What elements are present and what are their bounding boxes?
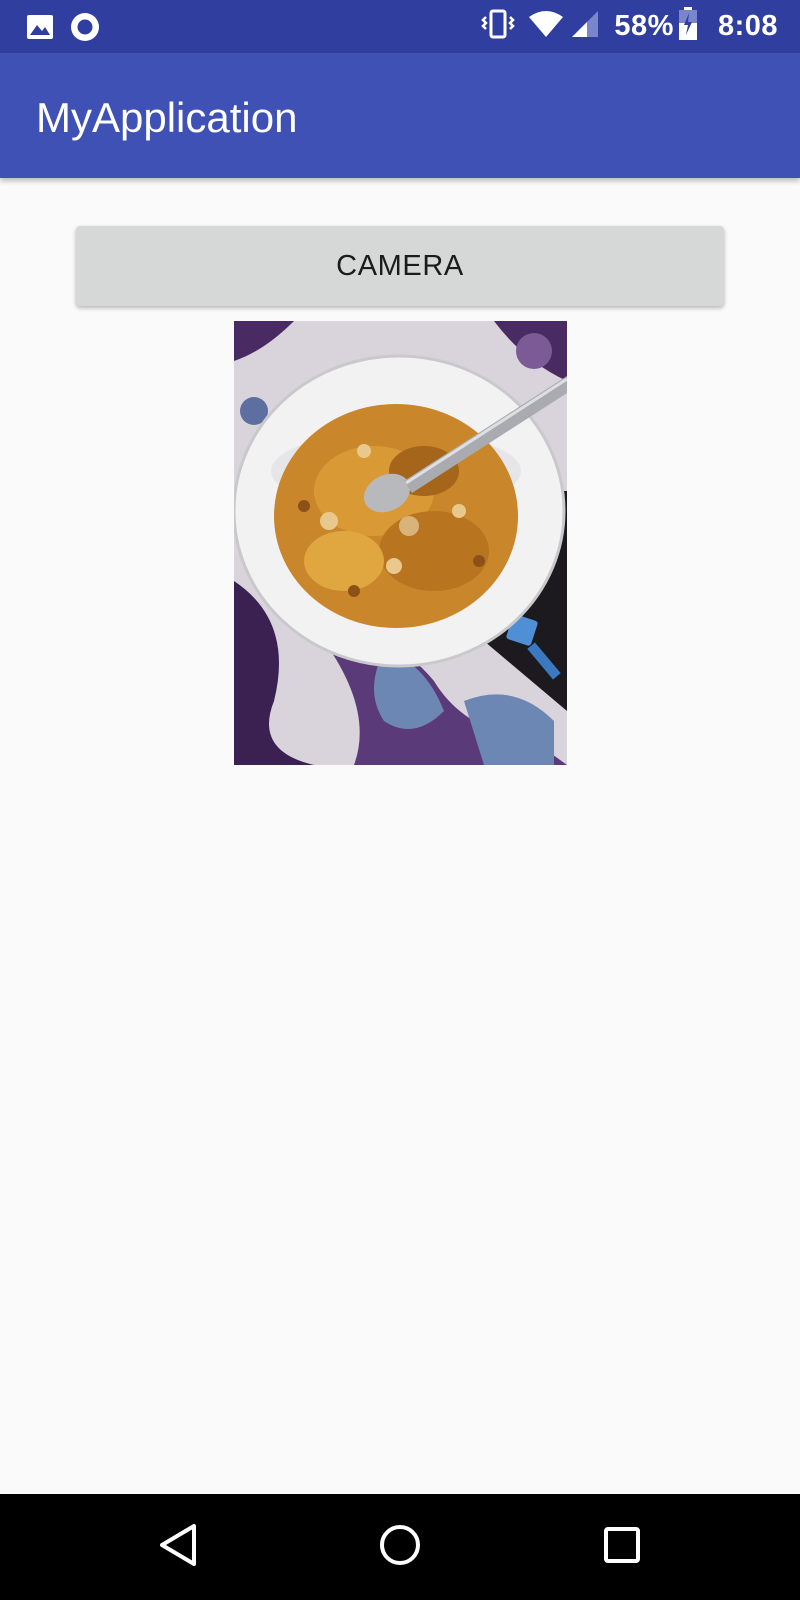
status-left-icons [26,12,100,47]
home-icon [378,1523,422,1572]
image-icon [26,13,54,46]
signal-icon [570,9,600,44]
wifi-icon [528,9,564,44]
battery-icon [678,7,698,46]
vibrate-icon [480,9,516,44]
status-bar: 58% 8:08 [0,0,800,53]
status-right-group: 58% 8:08 [480,0,778,53]
cereal-bowl-photo [234,321,567,765]
clock: 8:08 [717,10,778,42]
home-button[interactable] [340,1494,460,1600]
recents-button[interactable] [562,1494,682,1600]
camera-button[interactable]: CAMERA [76,226,724,306]
app-title: MyApplication [36,94,298,141]
recents-icon [602,1525,642,1570]
back-icon [158,1523,198,1572]
battery-percent: 58% [614,10,674,42]
back-button[interactable] [118,1494,238,1600]
navigation-bar [0,1494,800,1600]
captured-photo [234,321,567,765]
app-bar: MyApplication [0,53,800,178]
record-icon [70,12,100,47]
